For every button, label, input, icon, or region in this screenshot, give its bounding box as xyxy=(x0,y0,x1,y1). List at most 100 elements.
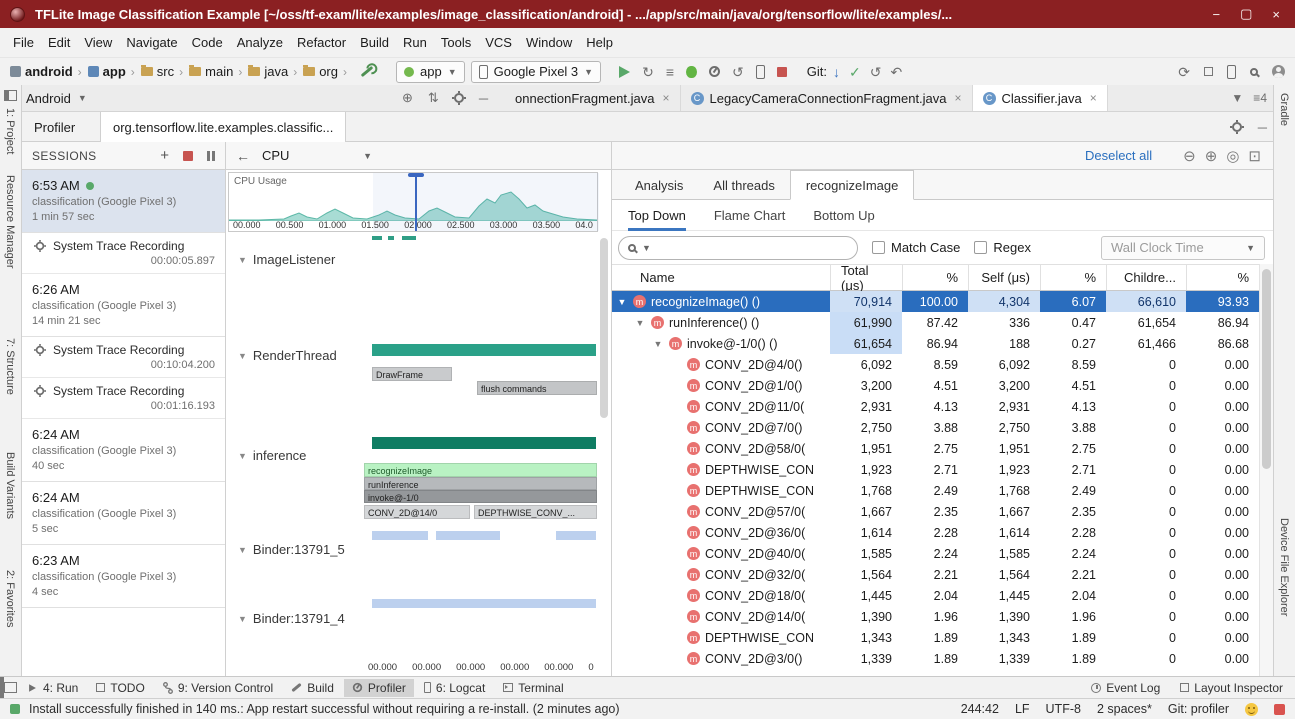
pause-icon[interactable] xyxy=(207,151,215,161)
table-row[interactable]: mCONV_2D@57/0(1,6672.351,6672.3500.00 xyxy=(612,501,1259,522)
sync-icon[interactable]: ↺ xyxy=(732,65,744,79)
selection-line[interactable] xyxy=(415,173,417,231)
menu-item[interactable]: Edit xyxy=(41,32,77,53)
menu-item[interactable]: Help xyxy=(579,32,620,53)
editor-tab-active[interactable]: C Classifier.java × xyxy=(973,85,1108,111)
search-everywhere-icon[interactable] xyxy=(1250,68,1258,76)
menu-item[interactable]: Analyze xyxy=(230,32,290,53)
menu-item[interactable]: Refactor xyxy=(290,32,353,53)
git-commit-icon[interactable]: ✓ xyxy=(849,65,861,79)
profile-avatar-icon[interactable] xyxy=(1272,65,1285,78)
file-encoding[interactable]: UTF-8 xyxy=(1046,702,1081,716)
breadcrumb-item[interactable]: app › xyxy=(88,64,136,79)
close-icon[interactable]: × xyxy=(1090,91,1097,105)
deselect-all-link[interactable]: Deselect all xyxy=(1085,148,1152,163)
tab-bottom-up[interactable]: Bottom Up xyxy=(813,200,874,231)
table-row[interactable]: mCONV_2D@1/0()3,2004.513,2004.5100.00 xyxy=(612,375,1259,396)
hide-panel-icon[interactable]: ─ xyxy=(479,91,488,106)
toolbar-item-event-log[interactable]: Event Log xyxy=(1083,679,1168,697)
column-children[interactable]: Childre... xyxy=(1106,265,1186,290)
toolbar-item-run[interactable]: 4: Run xyxy=(19,679,86,697)
device-manager-icon[interactable] xyxy=(756,65,765,79)
match-case-option[interactable]: Match Case xyxy=(872,240,960,255)
new-session-button[interactable]: + xyxy=(160,147,169,164)
toolwindow-switcher-icon[interactable] xyxy=(4,682,17,693)
trace-event-conv2d[interactable]: CONV_2D@14/0 xyxy=(364,505,470,519)
thread-row-imagelistener[interactable]: ▼ ImageListener xyxy=(238,252,335,267)
zoom-to-selection-icon[interactable]: ⊡ xyxy=(1248,147,1261,165)
status-message[interactable]: Install successfully finished in 140 ms.… xyxy=(29,702,620,716)
trace-event-depthwise-conv[interactable]: DEPTHWISE_CONV_... xyxy=(474,505,597,519)
tab-profiler-session[interactable]: org.tensorflow.lite.examples.classific..… xyxy=(100,112,346,142)
sidebar-item-favorites[interactable]: 2: Favorites xyxy=(4,570,16,627)
binder-activity-bar[interactable] xyxy=(372,531,428,540)
zoom-in-icon[interactable]: ⊕ xyxy=(1205,147,1218,165)
git-update-icon[interactable]: ↓ xyxy=(833,65,840,79)
menu-item[interactable]: Code xyxy=(185,32,230,53)
breadcrumb-item[interactable]: src › xyxy=(141,64,184,79)
toolbar-item-logcat[interactable]: 6: Logcat xyxy=(416,679,493,697)
column-name[interactable]: Name xyxy=(612,265,830,290)
profile-button[interactable] xyxy=(709,66,720,77)
editor-tab[interactable]: C LegacyCameraConnectionFragment.java × xyxy=(681,85,973,111)
git-history-icon[interactable]: ↶ xyxy=(890,65,902,79)
indent-setting[interactable]: 2 spaces* xyxy=(1097,702,1152,716)
thread-row-binder5[interactable]: ▼ Binder:13791_5 xyxy=(238,542,345,557)
column-self[interactable]: Self (μs) xyxy=(968,265,1040,290)
maximize-button[interactable]: ▢ xyxy=(1235,6,1257,22)
timeline-scrollbar[interactable] xyxy=(600,238,608,630)
session-item[interactable]: 6:53 AM classification (Google Pixel 3) … xyxy=(22,170,225,233)
menu-item[interactable]: Tools xyxy=(434,32,478,53)
toolbar-item-layout-inspector[interactable]: Layout Inspector xyxy=(1172,679,1291,697)
table-row[interactable]: mCONV_2D@4/0()6,0928.596,0928.5900.00 xyxy=(612,354,1259,375)
table-row[interactable]: mDEPTHWISE_CON1,3431.891,3431.8900.00 xyxy=(612,627,1259,648)
run-button[interactable] xyxy=(619,66,630,78)
table-row[interactable]: mCONV_2D@40/0(1,5852.241,5852.2400.00 xyxy=(612,543,1259,564)
menu-item[interactable]: Navigate xyxy=(119,32,184,53)
git-branch[interactable]: Git: profiler xyxy=(1168,702,1229,716)
toolbar-item-version-control[interactable]: 9: Version Control xyxy=(155,679,281,697)
collapse-all-icon[interactable]: ⇅ xyxy=(428,90,439,106)
regex-option[interactable]: Regex xyxy=(974,240,1031,255)
trace-event-invoke[interactable]: invoke@-1/0 xyxy=(364,490,597,503)
sdk-manager-icon[interactable] xyxy=(1204,67,1213,76)
reset-zoom-icon[interactable]: ◎ xyxy=(1226,147,1239,165)
stop-session-button[interactable] xyxy=(183,151,193,161)
toolbar-item-profiler[interactable]: Profiler xyxy=(344,679,414,697)
zoom-out-icon[interactable]: ⊖ xyxy=(1183,147,1196,165)
menu-item[interactable]: File xyxy=(6,32,41,53)
toolbar-item-todo[interactable]: TODO xyxy=(88,679,152,697)
binder-activity-bar[interactable] xyxy=(372,599,596,608)
sidebar-item-gradle[interactable]: Gradle xyxy=(1278,93,1290,126)
close-icon[interactable]: × xyxy=(662,91,669,105)
project-toolwindow-icon[interactable] xyxy=(4,90,17,101)
menu-item[interactable]: View xyxy=(77,32,119,53)
editor-tab[interactable]: onnectionFragment.java × xyxy=(505,85,681,111)
thread-row-binder4[interactable]: ▼ Binder:13791_4 xyxy=(238,611,345,626)
expand-arrow-icon[interactable]: ▼ xyxy=(652,339,664,349)
project-view-selector[interactable]: Android ▼ xyxy=(26,85,87,111)
search-input[interactable] xyxy=(657,240,848,255)
sidebar-item-device-file-explorer[interactable]: Device File Explorer xyxy=(1278,518,1290,616)
table-row[interactable]: mCONV_2D@32/0(1,5642.211,5642.2100.00 xyxy=(612,564,1259,585)
profiler-type-select[interactable]: CPU ▼ xyxy=(262,148,372,163)
menu-item[interactable]: Run xyxy=(396,32,434,53)
stop-button[interactable] xyxy=(777,67,787,77)
avd-manager-icon[interactable] xyxy=(1227,65,1236,79)
tab-top-down[interactable]: Top Down xyxy=(628,200,686,231)
memory-indicator-icon[interactable] xyxy=(1274,704,1285,715)
selection-handle[interactable] xyxy=(408,173,424,177)
toolbar-item-terminal[interactable]: Terminal xyxy=(495,679,571,697)
cpu-usage-chart[interactable]: CPU Usage 00.00000.50001.00001.50002.000… xyxy=(228,172,598,232)
recording-item[interactable]: System Trace Recording 00:10:04.200 xyxy=(22,337,225,378)
trace-event-runinference[interactable]: runInference xyxy=(364,477,597,490)
column-self-pct[interactable]: % xyxy=(1040,265,1106,290)
table-row[interactable]: mCONV_2D@58/0(1,9512.751,9512.7500.00 xyxy=(612,438,1259,459)
clock-type-select[interactable]: Wall Clock Time ▼ xyxy=(1101,236,1265,260)
table-row[interactable]: mDEPTHWISE_CON1,7682.491,7682.4900.00 xyxy=(612,480,1259,501)
table-row[interactable]: ▼mrunInference() ()61,99087.423360.4761,… xyxy=(612,312,1259,333)
table-row[interactable]: mCONV_2D@36/0(1,6142.281,6142.2800.00 xyxy=(612,522,1259,543)
regex-checkbox[interactable] xyxy=(974,241,987,254)
gear-icon[interactable] xyxy=(1232,122,1242,132)
breadcrumb-item[interactable]: java › xyxy=(248,64,298,79)
